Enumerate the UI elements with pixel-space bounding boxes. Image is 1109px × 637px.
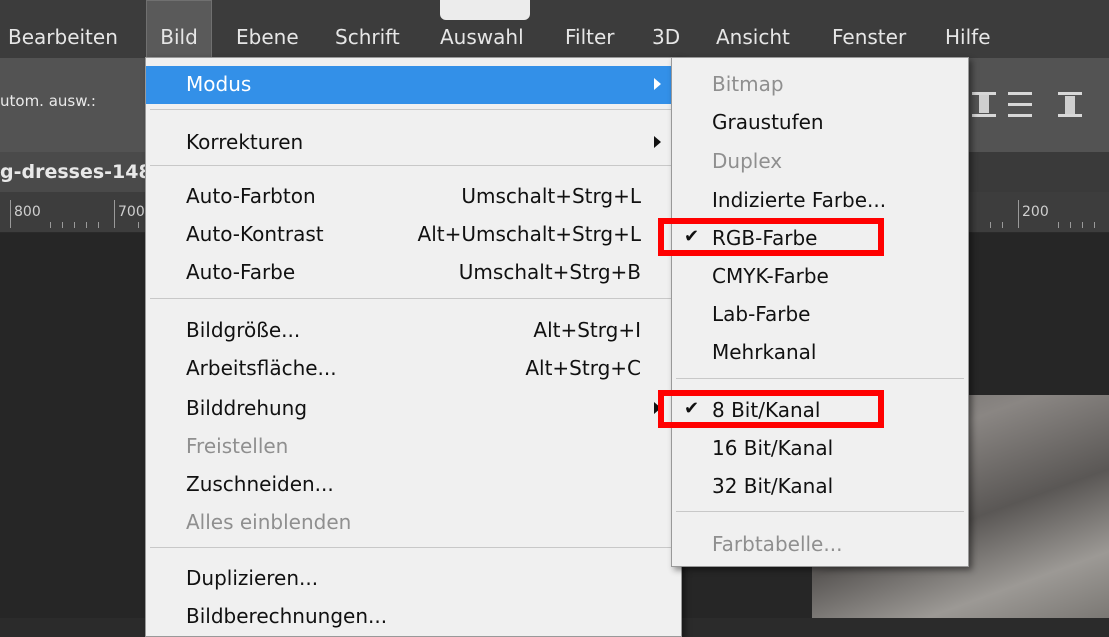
submenu-item-farbtabelle: Farbtabelle... — [672, 526, 968, 564]
submenu-item-label: Lab-Farbe — [712, 302, 811, 326]
ruler-tick — [1094, 222, 1095, 228]
ruler-tick — [1082, 222, 1083, 228]
ruler-tick — [1002, 222, 1003, 228]
submenu-item-label: 16 Bit/Kanal — [712, 436, 834, 460]
submenu-item-label: Bitmap — [712, 72, 784, 96]
ruler-tick — [74, 222, 75, 228]
menu-item-label: Bilddrehung — [186, 396, 308, 420]
menu-separator — [676, 378, 964, 379]
submenu-item-lab-farbe[interactable]: Lab-Farbe — [672, 296, 968, 334]
submenu-item-label: Mehrkanal — [712, 340, 817, 364]
menu-item-label: Arbeitsfläche... — [186, 356, 337, 380]
submenu-item-label: Duplex — [712, 149, 783, 173]
menu-item-shortcut: Alt+Strg+C — [525, 356, 641, 380]
menu-item-zuschneiden[interactable]: Zuschneiden... — [146, 466, 681, 504]
ruler-label-800: 800 — [14, 204, 41, 220]
ruler-tick — [138, 222, 139, 228]
menu-item-shortcut: Umschalt+Strg+B — [458, 260, 641, 284]
ruler-tick — [990, 222, 991, 228]
menu-item-auto-kontrast[interactable]: Auto-Kontrast Alt+Umschalt+Strg+L — [146, 216, 681, 254]
align-vertical-center-icon[interactable] — [1008, 86, 1032, 120]
menu-item-korrekturen[interactable]: Korrekturen — [146, 124, 681, 162]
annotation-highlight-8bit — [658, 390, 884, 428]
menu-separator — [150, 165, 677, 166]
menu-item-duplizieren[interactable]: Duplizieren... — [146, 560, 681, 598]
menu-separator — [676, 511, 964, 512]
auto-select-label: utom. ausw.: — [0, 92, 96, 110]
menu-item-label: Auto-Farbton — [186, 184, 316, 208]
menu-item-label: Bildberechnungen... — [186, 604, 388, 628]
menu-bearbeiten[interactable]: Bearbeiten — [8, 0, 118, 58]
menu-fenster[interactable]: Fenster — [832, 0, 906, 58]
ruler-tick — [10, 200, 11, 228]
ruler-tick — [1058, 222, 1059, 228]
submenu-item-mehrkanal[interactable]: Mehrkanal — [672, 334, 968, 372]
submenu-arrow-icon — [654, 136, 661, 148]
submenu-item-cmyk-farbe[interactable]: CMYK-Farbe — [672, 258, 968, 296]
submenu-item-bitmap: Bitmap — [672, 66, 968, 104]
submenu-item-label: Indizierte Farbe... — [712, 188, 887, 212]
menu-item-shortcut: Alt+Strg+I — [533, 318, 641, 342]
menu-item-label: Freistellen — [186, 434, 289, 458]
ruler-tick — [50, 222, 51, 228]
menu-item-label: Auto-Farbe — [186, 260, 296, 284]
submenu-item-32-bit-kanal[interactable]: 32 Bit/Kanal — [672, 468, 968, 506]
ruler-tick — [62, 222, 63, 228]
menu-separator — [150, 298, 677, 299]
menu-item-label: Alles einblenden — [186, 510, 352, 534]
menu-item-shortcut: Umschalt+Strg+L — [461, 184, 641, 208]
ruler-tick — [98, 222, 99, 228]
menu-item-auto-farbton[interactable]: Auto-Farbton Umschalt+Strg+L — [146, 178, 681, 216]
align-bottom-icon[interactable] — [1058, 86, 1082, 120]
menu-separator — [150, 109, 677, 110]
submenu-item-graustufen[interactable]: Graustufen — [672, 104, 968, 142]
ruler-tick — [114, 200, 115, 228]
menu-item-label: Zuschneiden... — [186, 472, 334, 496]
menu-item-label: Korrekturen — [186, 130, 304, 154]
ruler-label-700: 700 — [118, 204, 145, 220]
ruler-tick — [86, 222, 87, 228]
submenu-item-label: 32 Bit/Kanal — [712, 474, 834, 498]
annotation-highlight-rgb — [658, 218, 884, 256]
document-tab[interactable]: g-dresses-148 — [0, 152, 145, 192]
menu-item-label: Auto-Kontrast — [186, 222, 324, 246]
submenu-arrow-icon — [654, 78, 661, 90]
submenu-item-duplex: Duplex — [672, 143, 968, 181]
menu-separator — [150, 547, 677, 548]
menu-item-bildgroesse[interactable]: Bildgröße... Alt+Strg+I — [146, 312, 681, 350]
menu-item-bildberechnungen[interactable]: Bildberechnungen... — [146, 598, 681, 636]
menu-filter[interactable]: Filter — [565, 0, 615, 58]
menu-schrift[interactable]: Schrift — [335, 0, 400, 58]
menu-bar: Bearbeiten Bild Ebene Schrift Auswahl Fi… — [0, 0, 1109, 58]
menu-item-modus[interactable]: Modus — [146, 66, 681, 104]
menu-item-arbeitsflaeche[interactable]: Arbeitsfläche... Alt+Strg+C — [146, 350, 681, 388]
menu-item-bilddrehung[interactable]: Bilddrehung — [146, 390, 681, 428]
ruler-tick — [1018, 200, 1019, 228]
menu-item-shortcut: Alt+Umschalt+Strg+L — [417, 222, 641, 246]
menu-hilfe[interactable]: Hilfe — [945, 0, 991, 58]
window-edge-gap — [440, 0, 530, 20]
submenu-item-label: Graustufen — [712, 110, 824, 134]
submenu-item-16-bit-kanal[interactable]: 16 Bit/Kanal — [672, 430, 968, 468]
align-top-icon[interactable] — [972, 86, 996, 120]
menu-ansicht[interactable]: Ansicht — [716, 0, 790, 58]
ruler-label-200: 200 — [1022, 204, 1049, 220]
ruler-tick — [1070, 222, 1071, 228]
submenu-item-label: CMYK-Farbe — [712, 264, 829, 288]
modus-submenu: Bitmap Graustufen Duplex Indizierte Farb… — [671, 57, 969, 567]
menu-ebene[interactable]: Ebene — [236, 0, 299, 58]
menu-item-label: Modus — [186, 72, 252, 96]
menu-item-freistellen: Freistellen — [146, 428, 681, 466]
submenu-item-indizierte-farbe[interactable]: Indizierte Farbe... — [672, 182, 968, 220]
menu-item-label: Bildgröße... — [186, 318, 301, 342]
bild-dropdown-menu: Modus Korrekturen Auto-Farbton Umschalt+… — [145, 57, 682, 637]
menu-item-alles-einblenden: Alles einblenden — [146, 504, 681, 542]
menu-item-auto-farbe[interactable]: Auto-Farbe Umschalt+Strg+B — [146, 254, 681, 292]
menu-item-label: Duplizieren... — [186, 566, 319, 590]
menu-3d[interactable]: 3D — [652, 0, 680, 58]
submenu-item-label: Farbtabelle... — [712, 532, 843, 556]
menu-bild[interactable]: Bild — [146, 0, 212, 58]
